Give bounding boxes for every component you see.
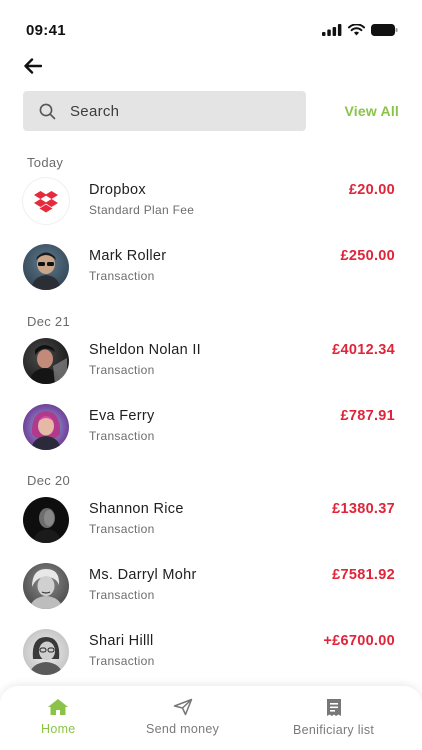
avatar — [23, 629, 69, 675]
transaction-row[interactable]: Shari Hilll Transaction +£6700.00 — [23, 629, 395, 675]
status-icons — [322, 24, 398, 36]
avatar — [23, 338, 69, 384]
transaction-amount: £4012.34 — [332, 342, 395, 358]
transaction-row[interactable]: Dropbox Standard Plan Fee £20.00 — [23, 178, 395, 224]
transaction-subtitle: Transaction — [89, 588, 155, 602]
transaction-name: Eva Ferry — [89, 408, 155, 424]
status-bar: 09:41 — [0, 0, 422, 50]
transaction-row[interactable]: Eva Ferry Transaction £787.91 — [23, 404, 395, 450]
wifi-icon — [348, 24, 365, 36]
search-icon — [39, 103, 56, 119]
tab-beneficiary-list[interactable]: Benificiary list — [293, 698, 374, 737]
transaction-subtitle: Standard Plan Fee — [89, 203, 195, 217]
transaction-amount: £787.91 — [340, 408, 395, 424]
home-icon — [48, 699, 69, 715]
view-all-link[interactable]: View All — [344, 103, 399, 119]
transaction-amount: £250.00 — [340, 248, 395, 264]
section-label-today: Today — [27, 155, 64, 170]
section-label-dec-20: Dec 20 — [27, 473, 70, 488]
send-icon — [173, 698, 192, 716]
avatar — [23, 404, 69, 450]
transaction-subtitle: Transaction — [89, 654, 155, 668]
tab-home[interactable]: Home — [41, 698, 76, 736]
transaction-subtitle: Transaction — [89, 363, 155, 377]
battery-icon — [371, 24, 398, 36]
arrow-left-icon — [24, 58, 42, 74]
status-time: 09:41 — [26, 22, 66, 39]
transaction-subtitle: Transaction — [89, 269, 155, 283]
avatar — [23, 563, 69, 609]
transaction-row[interactable]: Ms. Darryl Mohr Transaction £7581.92 — [23, 563, 395, 609]
transaction-row[interactable]: Mark Roller Transaction £250.00 — [23, 244, 395, 290]
transaction-name: Sheldon Nolan II — [89, 342, 202, 358]
dropbox-logo-icon — [23, 178, 69, 224]
transaction-name: Mark Roller — [89, 248, 167, 264]
transaction-amount: £20.00 — [348, 182, 395, 198]
tab-label: Home — [41, 722, 76, 736]
transaction-row[interactable]: Sheldon Nolan II Transaction £4012.34 — [23, 338, 395, 384]
transaction-subtitle: Transaction — [89, 429, 155, 443]
back-button[interactable] — [20, 54, 46, 78]
tab-send-money[interactable]: Send money — [146, 698, 219, 736]
receipt-icon — [326, 699, 341, 716]
transaction-name: Ms. Darryl Mohr — [89, 567, 197, 583]
transaction-name: Shannon Rice — [89, 501, 184, 517]
avatar — [23, 244, 69, 290]
transaction-subtitle: Transaction — [89, 522, 155, 536]
search-input[interactable] — [70, 102, 290, 120]
tab-label: Benificiary list — [293, 723, 375, 737]
transaction-name: Shari Hilll — [89, 633, 154, 649]
avatar — [23, 497, 69, 543]
transaction-amount: £1380.37 — [332, 501, 395, 517]
search-bar[interactable] — [23, 91, 306, 131]
section-label-dec-21: Dec 21 — [27, 314, 70, 329]
bottom-tab-bar: Home Send money Benificiary list — [0, 686, 422, 750]
transaction-amount: +£6700.00 — [323, 633, 395, 649]
transaction-row[interactable]: Shannon Rice Transaction £1380.37 — [23, 497, 395, 543]
tab-label: Send money — [146, 722, 220, 736]
transaction-name: Dropbox — [89, 182, 146, 198]
transaction-amount: £7581.92 — [332, 567, 395, 583]
cellular-signal-icon — [322, 24, 342, 36]
